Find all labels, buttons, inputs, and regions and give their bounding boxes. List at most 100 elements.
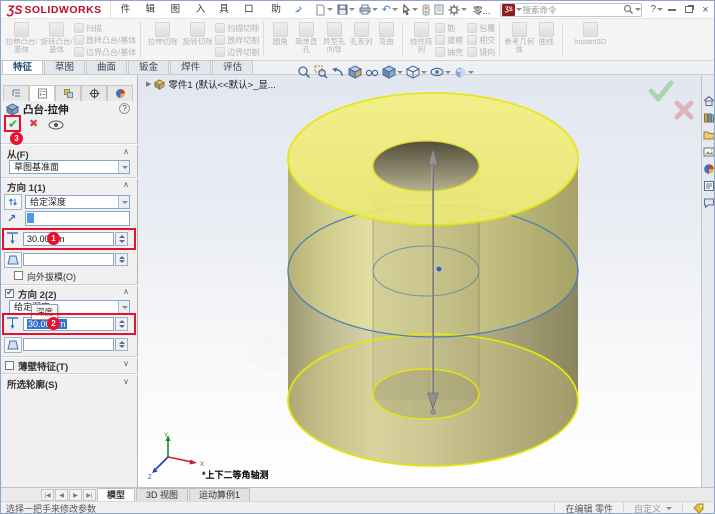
direction2-checkbox[interactable] bbox=[5, 287, 14, 298]
draft1-spinner[interactable] bbox=[115, 253, 128, 266]
restore-button[interactable] bbox=[680, 2, 697, 18]
property-manager-help-button[interactable]: ? bbox=[119, 103, 130, 114]
design-library-icon[interactable] bbox=[703, 112, 715, 124]
appearances-icon[interactable] bbox=[703, 163, 715, 175]
custom-state-selector[interactable]: 自定义 bbox=[622, 502, 682, 513]
collapse-from-icon[interactable]: ∧ bbox=[123, 147, 129, 156]
dimxpert-manager-tab[interactable] bbox=[81, 85, 107, 101]
pin-menu-icon[interactable] bbox=[294, 3, 303, 17]
print-dropdown-icon[interactable] bbox=[371, 8, 378, 11]
instant3d-button[interactable]: Instant3D bbox=[567, 21, 613, 55]
rebuild-button[interactable] bbox=[421, 3, 431, 17]
options-dropdown-icon[interactable] bbox=[461, 8, 468, 11]
mirror-button[interactable]: 镜向 bbox=[467, 47, 495, 57]
forum-icon[interactable] bbox=[703, 197, 715, 209]
model-canvas[interactable] bbox=[138, 75, 701, 487]
direction2-end-condition-dropdown[interactable]: 给定深度 bbox=[9, 300, 130, 314]
flyout-feature-tree[interactable]: ▶ 零件1 (默认<<默认>_显... bbox=[146, 77, 276, 91]
revolved-cut-button[interactable]: 旋转切除 bbox=[180, 21, 215, 55]
search-icon[interactable] bbox=[623, 4, 634, 15]
select-button[interactable] bbox=[401, 3, 419, 16]
view-orientation-button[interactable] bbox=[382, 65, 403, 79]
flex-button[interactable]: 弯曲 bbox=[374, 21, 398, 55]
from-dropdown[interactable]: 草图基准面 bbox=[9, 160, 130, 174]
tab-motion-study[interactable]: 运动算例1 bbox=[189, 488, 251, 501]
hole-series-button[interactable]: 孔系列 bbox=[348, 21, 374, 55]
property-manager-tab[interactable] bbox=[29, 85, 55, 101]
save-button[interactable] bbox=[336, 3, 356, 16]
direction2-end-condition-arrow-icon[interactable] bbox=[118, 301, 129, 313]
search-dropdown-icon[interactable] bbox=[635, 8, 642, 11]
options-button[interactable] bbox=[447, 3, 468, 17]
help-button[interactable]: ? bbox=[650, 4, 663, 15]
swept-boss-button[interactable]: 扫描 bbox=[74, 23, 136, 33]
dynamic-annotation-button[interactable] bbox=[365, 65, 379, 79]
file-explorer-icon[interactable] bbox=[703, 129, 715, 141]
reverse-direction1-button[interactable] bbox=[4, 194, 22, 210]
boundary-boss-button[interactable]: 边界凸台/基体 bbox=[74, 47, 136, 57]
direction1-end-condition-dropdown[interactable]: 给定深度 bbox=[25, 195, 130, 209]
expand-thin-feature-icon[interactable]: ∨ bbox=[123, 359, 129, 368]
print-button[interactable] bbox=[358, 3, 379, 16]
hide-show-items-button[interactable] bbox=[430, 67, 451, 77]
from-group-header[interactable]: 从(F) bbox=[7, 147, 29, 161]
search-scope-icon[interactable]: ƷS bbox=[502, 3, 516, 16]
zoom-fit-button[interactable] bbox=[297, 65, 311, 79]
swept-cut-button[interactable]: 扫描切除 bbox=[215, 23, 259, 33]
display-manager-tab[interactable] bbox=[107, 85, 133, 101]
lofted-boss-button[interactable]: 放样凸台/基体 bbox=[74, 35, 136, 45]
draft2-spinner[interactable] bbox=[115, 338, 128, 351]
reference-geometry-button[interactable]: 参考几何体 bbox=[504, 21, 534, 55]
from-dropdown-arrow-icon[interactable] bbox=[118, 161, 129, 173]
new-document-dropdown-icon[interactable] bbox=[326, 8, 333, 11]
tab-model[interactable]: 模型 bbox=[97, 488, 136, 501]
draft1-angle-field[interactable] bbox=[23, 253, 114, 266]
undo-button[interactable]: ↶ bbox=[381, 4, 399, 16]
hide-show-dropdown-icon[interactable] bbox=[445, 70, 451, 74]
draft-button[interactable]: 拔模 bbox=[435, 35, 463, 45]
feature-manager-tab[interactable] bbox=[3, 85, 29, 101]
tab-scroll-prev-button[interactable]: ◀ bbox=[55, 489, 68, 501]
tag-icon[interactable] bbox=[693, 503, 704, 514]
tab-evaluate[interactable]: 评估 bbox=[212, 60, 254, 74]
linear-pattern-button[interactable]: 线性阵列 bbox=[407, 21, 435, 55]
origin-point[interactable] bbox=[436, 266, 442, 272]
fillet-button[interactable]: 圆角 bbox=[268, 21, 292, 55]
confirm-ok-icon[interactable] bbox=[648, 80, 674, 102]
home-icon[interactable] bbox=[703, 95, 715, 107]
save-dropdown-icon[interactable] bbox=[348, 8, 355, 11]
tab-3d-views[interactable]: 3D 视图 bbox=[136, 488, 189, 501]
appearance-dropdown-icon[interactable] bbox=[468, 70, 474, 74]
close-button[interactable]: × bbox=[697, 2, 714, 18]
collapse-direction2-icon[interactable]: ∧ bbox=[123, 287, 129, 296]
flyout-expand-icon[interactable]: ▶ bbox=[146, 80, 151, 88]
selected-contours-group-header[interactable]: 所选轮廓(S) bbox=[7, 377, 58, 391]
draft-outward-checkbox[interactable] bbox=[14, 271, 23, 280]
collapse-direction1-icon[interactable]: ∧ bbox=[123, 180, 129, 189]
draft1-toggle-button[interactable] bbox=[4, 252, 22, 268]
previous-view-button[interactable] bbox=[331, 65, 345, 79]
draft-outward-label[interactable]: 向外拔模(O) bbox=[27, 270, 76, 283]
file-properties-button[interactable] bbox=[433, 3, 445, 16]
view-palette-icon[interactable] bbox=[703, 146, 715, 158]
view-orientation-dropdown-icon[interactable] bbox=[397, 70, 403, 74]
hole-wizard-button[interactable]: 异型孔向导 bbox=[320, 21, 348, 55]
undo-dropdown-icon[interactable] bbox=[392, 8, 399, 11]
thin-feature-group-header[interactable]: 薄壁特征(T) bbox=[18, 359, 68, 373]
tab-sheet-metal[interactable]: 钣金 bbox=[128, 60, 170, 74]
direction1-group-header[interactable]: 方向 1(1) bbox=[7, 180, 46, 194]
draft2-angle-field[interactable] bbox=[23, 338, 114, 351]
configuration-manager-tab[interactable] bbox=[55, 85, 81, 101]
command-search-box[interactable]: ƷS bbox=[500, 2, 643, 17]
direction1-reference-field[interactable] bbox=[25, 211, 130, 226]
extruded-cut-button[interactable]: 拉伸切除 bbox=[145, 21, 180, 55]
intersect-button[interactable]: 相交 bbox=[467, 35, 495, 45]
confirm-cancel-icon[interactable] bbox=[674, 100, 694, 120]
boundary-cut-button[interactable]: 边界切割 bbox=[215, 47, 259, 57]
new-document-button[interactable] bbox=[314, 3, 334, 17]
custom-state-dropdown-icon[interactable] bbox=[666, 507, 672, 510]
graphics-viewport[interactable]: 软件自学网 WWW.RJZXW.COM bbox=[138, 75, 701, 487]
tab-surfaces[interactable]: 曲面 bbox=[86, 60, 128, 74]
thin-feature-checkbox[interactable] bbox=[5, 361, 14, 370]
curves-button[interactable]: 曲线 bbox=[534, 21, 558, 55]
